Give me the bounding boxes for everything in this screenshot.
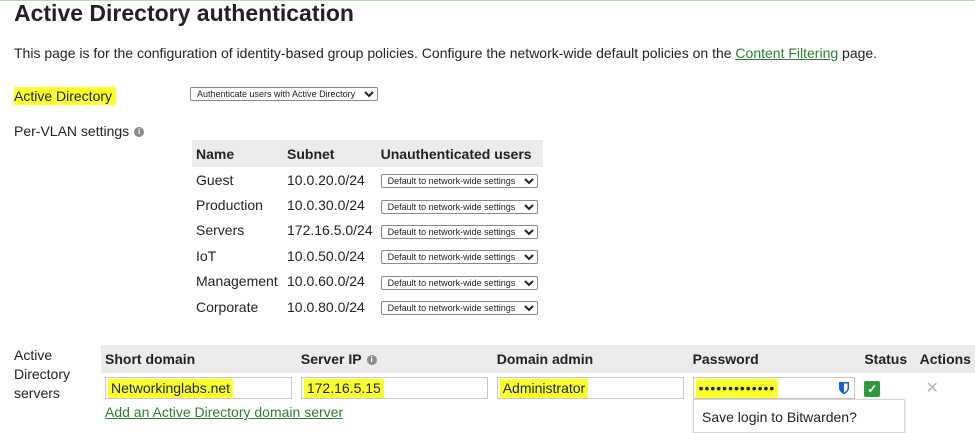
check-icon: ✓: [864, 380, 881, 397]
bitwarden-save-popup[interactable]: Save login to Bitwarden?: [693, 399, 905, 433]
active-directory-mode-select[interactable]: Authenticate users with Active Directory: [190, 87, 378, 101]
column-header-short-domain: Short domain: [101, 345, 297, 373]
table-row: Guest 10.0.20.0/24 Default to network-wi…: [192, 167, 543, 192]
server-ip-input[interactable]: 172.16.5.15: [300, 377, 488, 399]
vlan-subnet: 10.0.80.0/24: [287, 298, 365, 315]
table-row: Corporate 10.0.80.0/24 Default to networ…: [192, 294, 543, 319]
table-row: IoT 10.0.50.0/24 Default to network-wide…: [192, 243, 543, 268]
column-header-actions: Actions: [915, 345, 975, 373]
unauthenticated-policy-select[interactable]: Default to network-wide settings: [380, 250, 538, 265]
short-domain-input[interactable]: Networkinglabs.net: [105, 377, 292, 399]
intro-suffix: page.: [838, 45, 878, 61]
vlan-name: IoT: [196, 247, 217, 264]
bitwarden-save-text: Save login to Bitwarden?: [702, 409, 857, 425]
column-header-unauthenticated-users: Unauthenticated users: [376, 140, 543, 167]
domain-admin-input[interactable]: Administrator: [496, 377, 684, 399]
column-header-domain-admin: Domain admin: [492, 345, 689, 373]
column-header-status: Status: [860, 345, 916, 373]
info-icon[interactable]: i: [134, 127, 145, 138]
unauthenticated-policy-select[interactable]: Default to network-wide settings: [380, 174, 538, 189]
vlan-subnet: 10.0.60.0/24: [287, 273, 365, 290]
vlan-name: Guest: [196, 171, 234, 188]
bitwarden-shield-icon[interactable]: [838, 381, 850, 395]
table-row: Servers 172.16.5.0/24 Default to network…: [192, 218, 543, 243]
per-vlan-settings-label: Per-VLAN settings i: [14, 123, 145, 139]
close-icon[interactable]: ✕: [926, 380, 939, 397]
column-header-subnet: Subnet: [283, 140, 377, 167]
password-input[interactable]: •••••••••••••: [692, 377, 855, 399]
vlan-subnet: 172.16.5.0/24: [287, 222, 373, 239]
vlan-name: Production: [196, 197, 263, 214]
page-title: Active Directory authentication: [14, 0, 354, 26]
unauthenticated-policy-select[interactable]: Default to network-wide settings: [380, 224, 538, 239]
vlan-subnet: 10.0.50.0/24: [287, 247, 365, 264]
unauthenticated-policy-select[interactable]: Default to network-wide settings: [380, 301, 538, 316]
unauthenticated-policy-select[interactable]: Default to network-wide settings: [380, 199, 538, 214]
column-header-name: Name: [192, 140, 283, 167]
ad-servers-table: Short domain Server IP i Domain admin Pas…: [101, 345, 975, 403]
vlan-subnet: 10.0.20.0/24: [287, 171, 365, 188]
column-header-password: Password: [688, 345, 861, 373]
vlan-name: Corporate: [196, 298, 259, 315]
active-directory-servers-label: Active Directory servers: [14, 347, 71, 401]
unauthenticated-policy-select[interactable]: Default to network-wide settings: [380, 275, 538, 290]
content-filtering-link[interactable]: Content Filtering: [735, 45, 838, 61]
vlan-name: Servers: [196, 222, 245, 239]
info-icon[interactable]: i: [366, 355, 377, 366]
active-directory-label: Active Directory: [14, 86, 121, 107]
add-ad-server-link[interactable]: Add an Active Directory domain server: [105, 404, 343, 420]
column-header-server-ip: Server IP i: [296, 345, 493, 373]
vlan-name: Management: [196, 273, 278, 290]
table-row: Management 10.0.60.0/24 Default to netwo…: [192, 269, 543, 294]
vlan-subnet: 10.0.30.0/24: [287, 197, 365, 214]
intro-paragraph: This page is for the configuration of id…: [14, 45, 877, 61]
table-header-row: Name Subnet Unauthenticated users: [192, 140, 543, 167]
intro-text: This page is for the configuration of id…: [14, 45, 736, 61]
table-header-row: Short domain Server IP i Domain admin Pas…: [101, 345, 975, 373]
table-row: Production 10.0.30.0/24 Default to netwo…: [192, 192, 543, 217]
per-vlan-table: Name Subnet Unauthenticated users Guest …: [192, 140, 543, 319]
